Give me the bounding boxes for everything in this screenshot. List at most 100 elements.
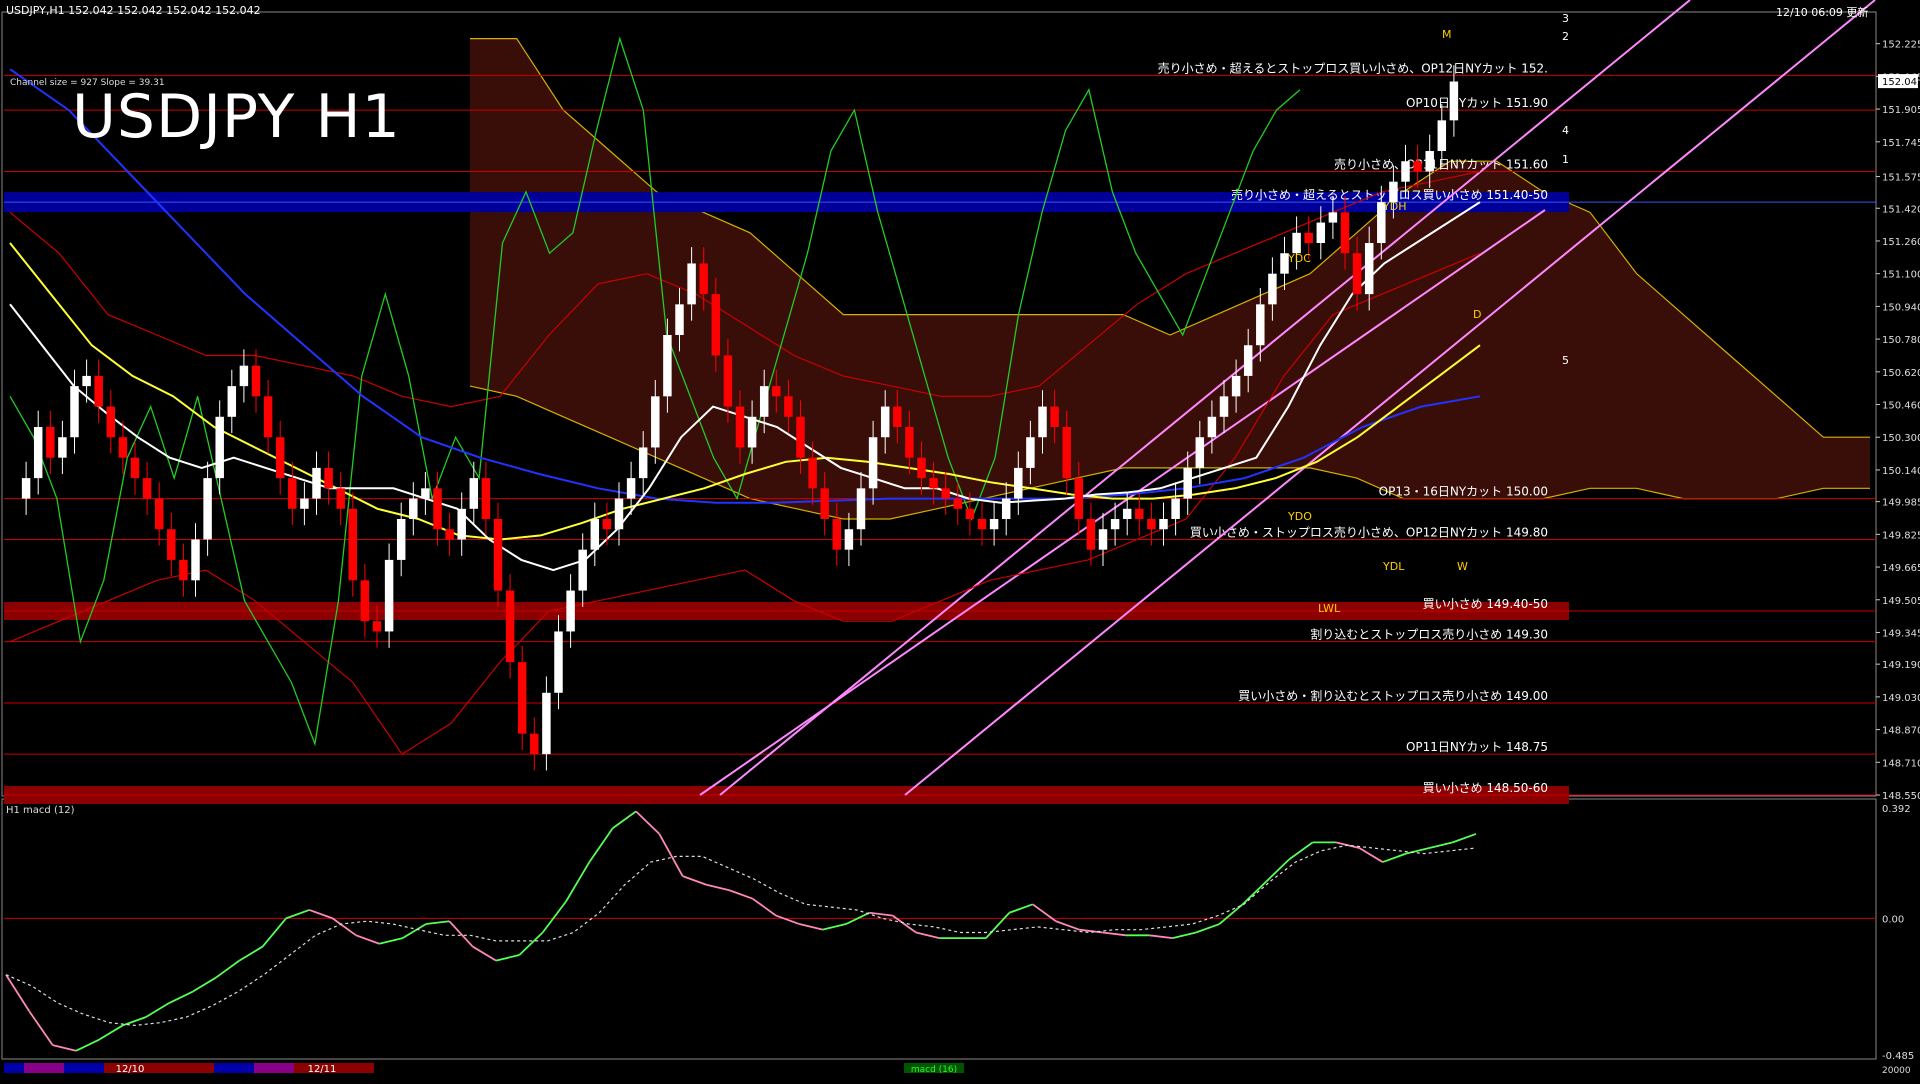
candle-body xyxy=(784,396,793,417)
candle-body xyxy=(517,662,527,734)
price-tick-label: 150.940 xyxy=(1882,302,1920,313)
candle-body xyxy=(808,457,817,489)
price-tick-label: 150.300 xyxy=(1882,433,1920,444)
macd-signal-line xyxy=(5,844,1477,1027)
session-strip-block xyxy=(24,1063,64,1073)
candle-body xyxy=(759,386,769,417)
candle-body xyxy=(396,519,406,560)
candle-body xyxy=(1122,508,1132,520)
candle-body xyxy=(118,437,128,458)
level-label: 売り小さめ、OP11日NYカット 151.60 xyxy=(1334,156,1548,171)
candle-body xyxy=(868,437,878,489)
candle-body xyxy=(457,508,466,540)
bottom-strip-label: macd (16) xyxy=(911,1065,957,1075)
candle-body xyxy=(796,416,805,458)
candle-body xyxy=(82,375,91,387)
macd-main-segment xyxy=(658,833,684,877)
candle-body xyxy=(1014,467,1023,499)
session-strip-block xyxy=(374,1063,1880,1073)
candle-body xyxy=(1038,406,1047,438)
macd-main-segment xyxy=(1265,858,1290,883)
macd-main-segment xyxy=(635,810,660,835)
price-tick-label: 151.745 xyxy=(1882,138,1920,149)
macd-main-segment xyxy=(309,909,333,920)
price-tick-label: 148.870 xyxy=(1882,726,1920,737)
price-tick-label: 151.260 xyxy=(1882,237,1920,248)
chart-canvas[interactable]: 売り小さめ・超えるとストップロス買い小さめ、OP12日NYカット 152. OP1… xyxy=(0,0,1920,1080)
macd-main-segment xyxy=(915,931,940,939)
macd-main-segment xyxy=(1382,852,1407,863)
candle-body xyxy=(505,590,515,663)
macd-main-segment xyxy=(98,1024,124,1041)
macd-main-segment xyxy=(379,937,403,945)
marker-label: 4 xyxy=(1562,124,1569,137)
macd-main-segment xyxy=(1149,934,1173,940)
candle-body xyxy=(58,437,67,458)
candle-body xyxy=(1110,519,1120,530)
macd-main-segment xyxy=(28,1010,54,1046)
macd-main-segment xyxy=(1358,847,1384,863)
price-tick-label: 151.420 xyxy=(1882,204,1920,215)
candle-body xyxy=(772,386,781,397)
candle-body xyxy=(1243,345,1253,376)
candle-body xyxy=(179,559,188,581)
macd-main-segment xyxy=(729,889,753,900)
candle-body xyxy=(965,508,975,520)
price-tick-label: 149.030 xyxy=(1882,693,1920,704)
level-label: 割り込むとストップロス売り小さめ 149.30 xyxy=(1310,627,1548,642)
candle-body xyxy=(1256,304,1265,346)
level-label: 売り小さめ・超えるとストップロス買い小さめ、OP12日NYカット 152. xyxy=(1158,60,1548,75)
level-label: 買い小さめ・ストップロス売り小さめ、OP12日NYカット 149.80 xyxy=(1190,524,1548,539)
candle-body xyxy=(880,406,890,438)
time-axis-label: 12/10 xyxy=(116,1064,145,1075)
candle-body xyxy=(1328,212,1338,223)
update-timestamp: 12/10 06:09 更新 xyxy=(1776,6,1869,19)
candle-body xyxy=(300,498,309,509)
marker-label: 5 xyxy=(1562,354,1569,367)
level-label: 買い小さめ・割り込むとストップロス売り小さめ 149.00 xyxy=(1238,688,1548,703)
candle-body xyxy=(1449,81,1459,121)
candle-body xyxy=(33,427,43,479)
marker-label: YDH xyxy=(1382,200,1406,213)
macd-tick-label: 0.00 xyxy=(1882,914,1904,925)
price-tick-label: 149.985 xyxy=(1882,498,1920,509)
channel-info: Channel size = 927 Slope = 39.31 xyxy=(10,78,165,88)
macd-main-segment xyxy=(1102,931,1127,937)
macd-bottom-tick: 20000 xyxy=(1882,1066,1911,1076)
candle-body xyxy=(1304,232,1313,244)
macd-main-segment xyxy=(1009,903,1033,914)
candle-body xyxy=(409,498,418,520)
candle-body xyxy=(288,478,297,509)
session-strip-block xyxy=(254,1063,294,1073)
candle-body xyxy=(1316,222,1326,244)
candle-body xyxy=(953,498,963,509)
candle-body xyxy=(1352,253,1362,295)
candle-body xyxy=(167,529,176,560)
price-tick-label: 150.140 xyxy=(1882,466,1920,477)
candle-body xyxy=(735,406,745,448)
macd-main-segment xyxy=(145,1002,170,1018)
candle-body xyxy=(372,621,382,632)
candle-body xyxy=(433,488,442,530)
candle-body xyxy=(106,406,116,438)
candle-body xyxy=(469,478,479,509)
chart-title: USDJPY H1 xyxy=(72,82,401,152)
candle-body xyxy=(1098,529,1108,550)
price-tick-label: 149.505 xyxy=(1882,596,1920,607)
marker-label: YDO xyxy=(1287,510,1312,523)
macd-main-segment xyxy=(985,912,1010,939)
candle-body xyxy=(989,519,999,530)
price-tick-label: 148.710 xyxy=(1882,758,1920,769)
candle-body xyxy=(421,488,430,499)
current-price-value: 152.042 xyxy=(1882,77,1920,88)
candle-body xyxy=(1413,161,1422,172)
candle-body xyxy=(227,386,237,417)
candle-body xyxy=(1171,498,1180,520)
candle-body xyxy=(481,478,491,520)
price-tick-label: 149.665 xyxy=(1882,563,1920,574)
price-tick-label: 149.190 xyxy=(1882,660,1920,671)
macd-main-segment xyxy=(192,976,217,993)
candle-body xyxy=(820,488,829,520)
symbol-info: USDJPY,H1 152.042 152.042 152.042 152.04… xyxy=(6,4,261,17)
candle-body xyxy=(602,519,612,530)
